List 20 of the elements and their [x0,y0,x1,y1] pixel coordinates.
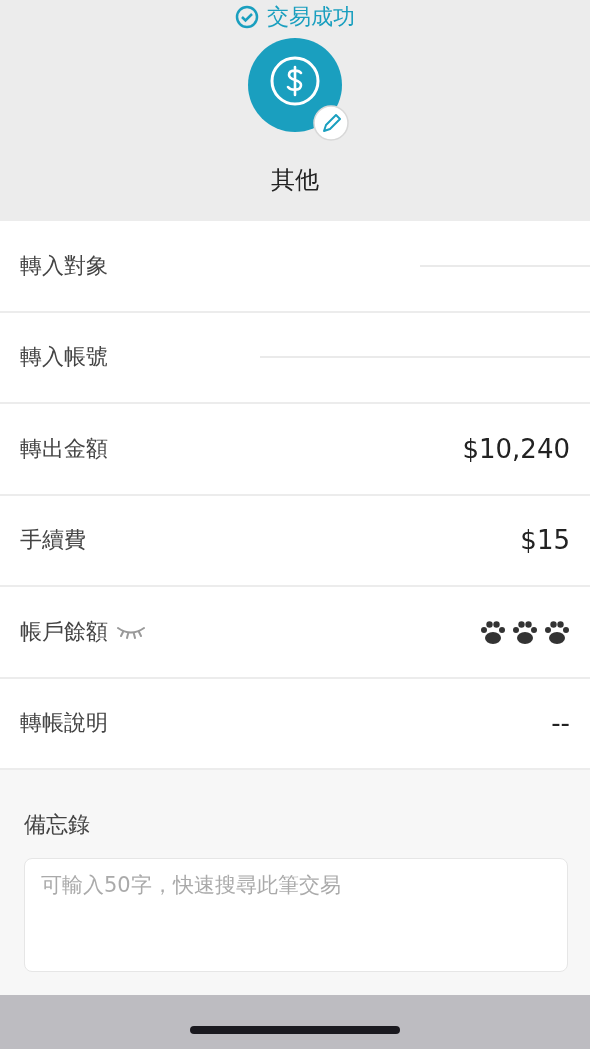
paw-icon [544,619,570,644]
memo-field[interactable]: 可輸入50字，快速搜尋此筆交易 [24,858,568,972]
pencil-icon[interactable] [312,104,350,142]
field-label: 帳戶餘額 [20,617,108,646]
dollar-coin-icon [248,38,342,132]
field-label: 轉出金額 [20,434,108,463]
closed-eye-icon[interactable] [116,624,146,639]
check-circle-icon [235,5,259,29]
category-label: 其他 [271,165,319,196]
paw-icon [512,619,538,644]
field-value: $15 [520,525,570,556]
field-label: 手續費 [20,526,86,555]
field-label: 轉入對象 [20,251,108,280]
field-value: $10,240 [462,433,570,464]
status-title: 交易成功 [267,3,355,31]
field-label: 轉帳說明 [20,709,108,738]
field-label: 轉入帳號 [20,343,108,372]
paw-icon [480,619,506,644]
field-value: -- [551,708,570,739]
memo-label: 備忘錄 [24,811,91,839]
